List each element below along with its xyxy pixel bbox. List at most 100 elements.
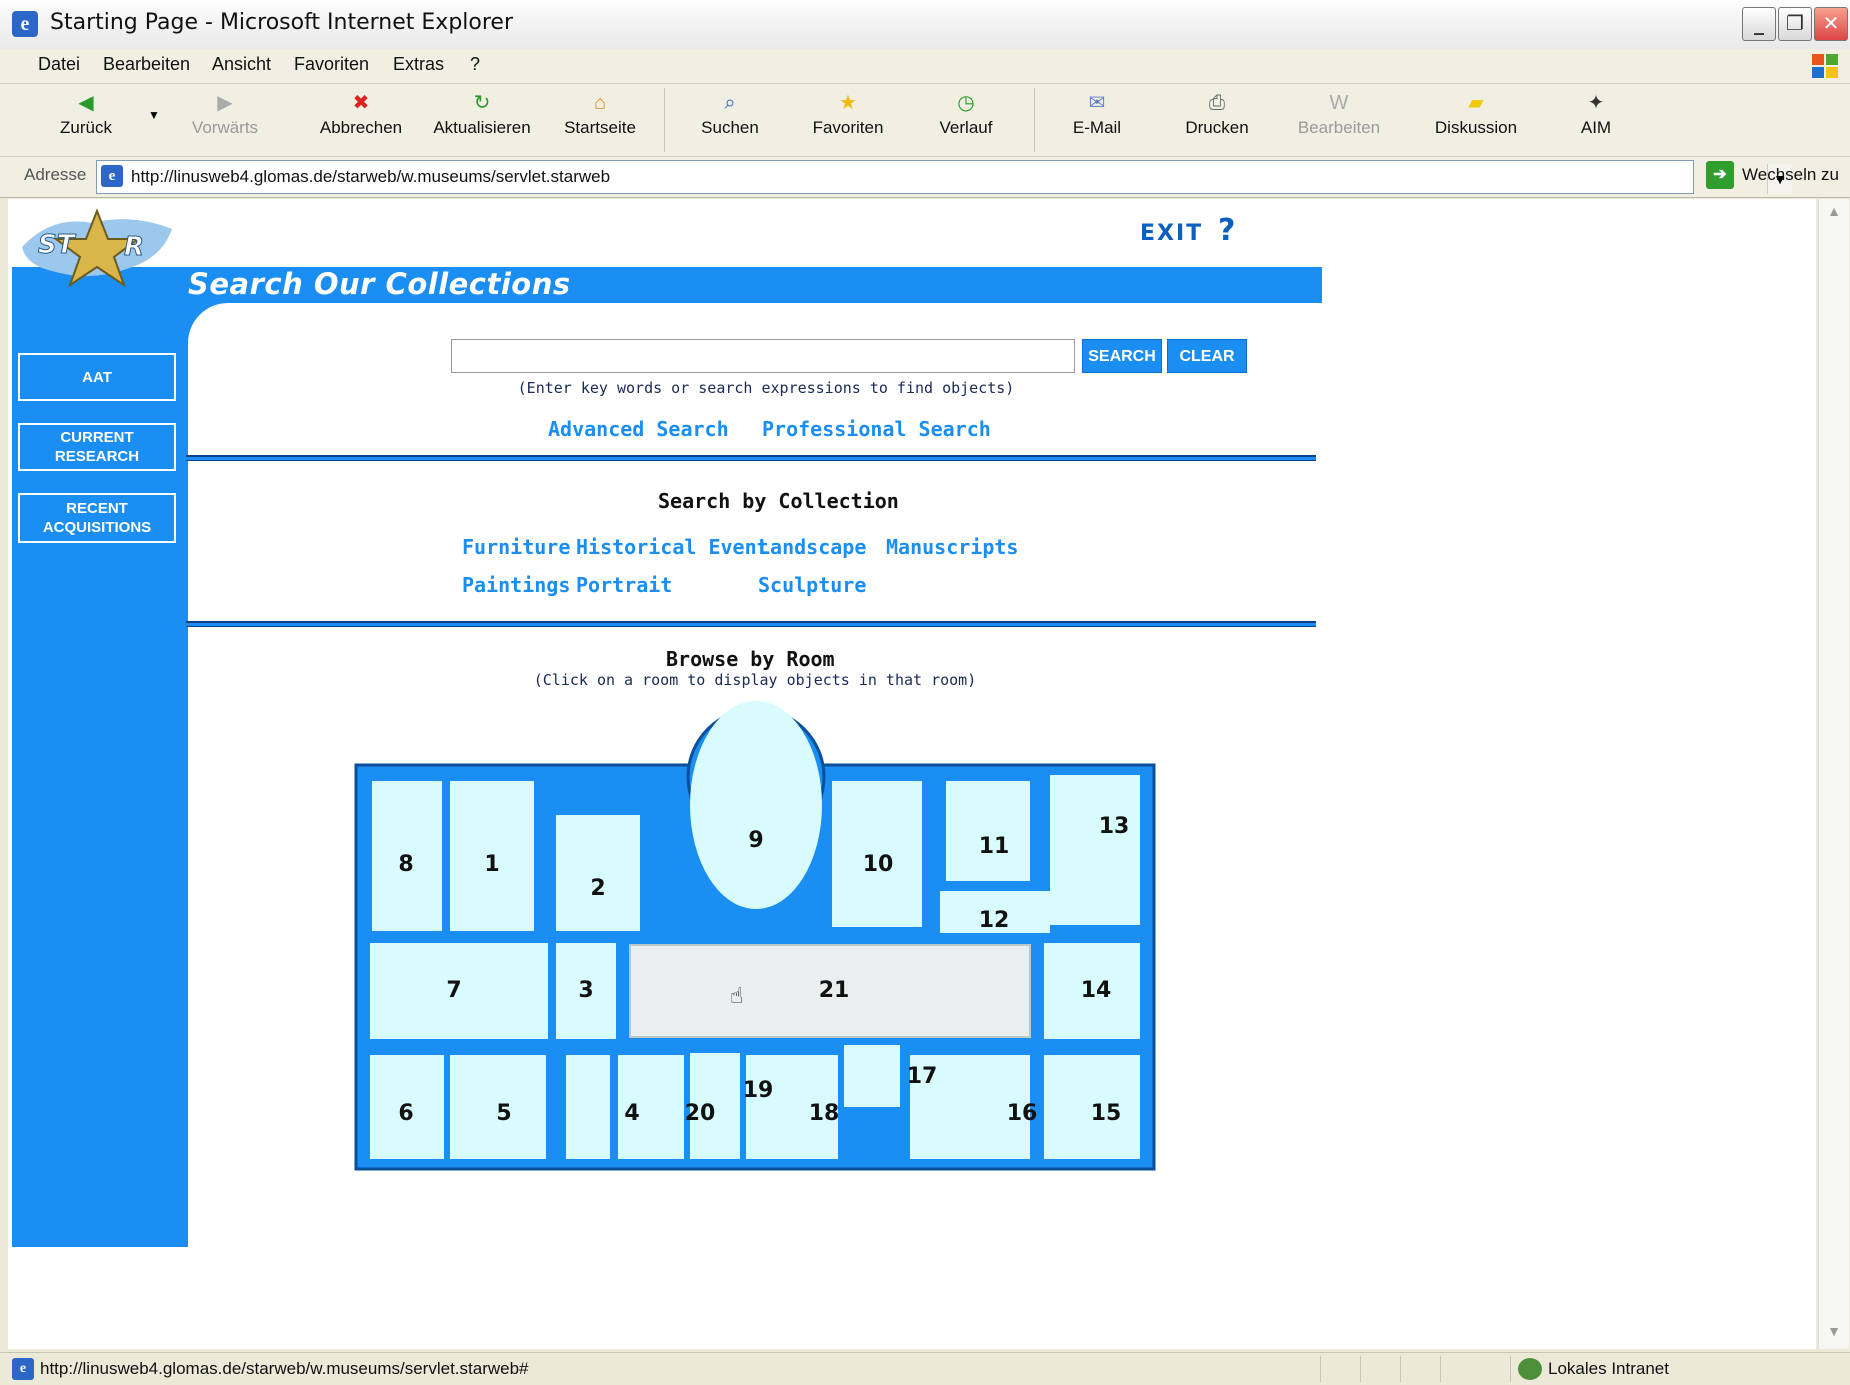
address-input[interactable]: e http://linusweb4.glomas.de/starweb/w.m… bbox=[96, 160, 1792, 194]
edit-label: Bearbeiten bbox=[1297, 118, 1381, 137]
star-icon: ★ bbox=[839, 92, 857, 114]
forward-label: Vorwärts bbox=[191, 118, 259, 137]
collection-paintings-link[interactable]: Paintings bbox=[462, 573, 570, 597]
room-9[interactable] bbox=[690, 701, 822, 909]
security-zone: Lokales Intranet bbox=[1548, 1359, 1669, 1378]
stop-label: Abbrechen bbox=[319, 118, 403, 137]
forward-button[interactable]: ▶ Vorwärts bbox=[188, 90, 262, 138]
room-label-19: 19 bbox=[743, 1078, 774, 1103]
search-button[interactable]: ⌕ Suchen bbox=[700, 90, 760, 138]
discuss-label: Diskussion bbox=[1434, 118, 1518, 137]
exit-link[interactable]: EXIT bbox=[1140, 221, 1203, 246]
search-icon: ⌕ bbox=[724, 92, 736, 114]
home-label: Startseite bbox=[564, 118, 636, 137]
scroll-down-icon[interactable]: ▼ bbox=[1823, 1323, 1845, 1345]
section-divider bbox=[186, 621, 1316, 627]
home-icon: ⌂ bbox=[593, 92, 607, 114]
close-button[interactable]: ✕ bbox=[1814, 7, 1848, 41]
menu-bearbeiten[interactable]: Bearbeiten bbox=[103, 54, 190, 75]
banner-curve bbox=[188, 303, 228, 343]
room-label-11: 11 bbox=[979, 834, 1010, 859]
menu-favoriten[interactable]: Favoriten bbox=[294, 54, 369, 75]
printer-icon: ⎙ bbox=[1209, 92, 1225, 114]
page-viewport: ST R EXIT ? Search Our Collections AAT C… bbox=[8, 199, 1816, 1349]
note-icon: ▰ bbox=[1468, 92, 1484, 114]
stop-button[interactable]: ✖ Abbrechen bbox=[318, 90, 404, 138]
status-divider bbox=[1360, 1356, 1361, 1382]
intranet-globe-icon bbox=[1518, 1358, 1542, 1380]
room-label-5: 5 bbox=[496, 1101, 511, 1126]
ie-icon[interactable]: e bbox=[12, 11, 38, 37]
clear-button[interactable]: CLEAR bbox=[1167, 339, 1247, 373]
discuss-button[interactable]: ▰ Diskussion bbox=[1434, 90, 1518, 138]
stop-icon: ✖ bbox=[352, 92, 370, 114]
sidebar bbox=[12, 267, 188, 1247]
go-button[interactable]: Wechseln zu bbox=[1742, 165, 1839, 185]
print-label: Drucken bbox=[1185, 118, 1249, 137]
section-divider bbox=[186, 455, 1316, 461]
address-bar: Adresse e http://linusweb4.glomas.de/sta… bbox=[0, 157, 1850, 198]
search-label: Suchen bbox=[701, 118, 759, 137]
menu-datei[interactable]: Datei bbox=[38, 54, 80, 75]
back-dropdown-icon[interactable]: ▼ bbox=[148, 108, 160, 122]
collection-sculpture-link[interactable]: Sculpture bbox=[758, 573, 866, 597]
svg-text:ST: ST bbox=[38, 230, 77, 260]
window-title: Starting Page - Microsoft Internet Explo… bbox=[50, 10, 513, 35]
room-4[interactable] bbox=[566, 1055, 610, 1159]
room-17[interactable] bbox=[844, 1045, 900, 1107]
search-submit-button[interactable]: SEARCH bbox=[1082, 339, 1162, 373]
print-button[interactable]: ⎙ Drucken bbox=[1184, 90, 1250, 138]
search-input[interactable] bbox=[451, 339, 1075, 373]
refresh-button[interactable]: ↻ Aktualisieren bbox=[430, 90, 534, 138]
back-button[interactable]: ◀ Zurück bbox=[56, 90, 116, 138]
room-2[interactable] bbox=[556, 815, 640, 931]
room-label-20: 20 bbox=[685, 1101, 716, 1126]
menu-bar: Datei Bearbeiten Ansicht Favoriten Extra… bbox=[0, 49, 1850, 84]
toolbar-separator bbox=[1034, 88, 1035, 152]
status-text: http://linusweb4.glomas.de/starweb/w.mus… bbox=[40, 1359, 529, 1378]
collection-portrait-link[interactable]: Portrait bbox=[576, 573, 672, 597]
page-title: Search Our Collections bbox=[188, 267, 571, 301]
browse-hint: (Click on a room to display objects in t… bbox=[533, 671, 977, 689]
word-icon: W bbox=[1329, 92, 1349, 114]
menu-help[interactable]: ? bbox=[470, 54, 480, 75]
browse-heading: Browse by Room bbox=[666, 647, 835, 671]
go-arrow-icon[interactable]: ➔ bbox=[1706, 161, 1734, 189]
room-13[interactable] bbox=[1050, 775, 1140, 925]
sidebar-recent-acquisitions-button[interactable]: RECENT ACQUISITIONS bbox=[18, 493, 176, 543]
home-button[interactable]: ⌂ Startseite bbox=[560, 90, 640, 138]
collection-historical-event-link[interactable]: Historical Event bbox=[576, 535, 769, 559]
history-button[interactable]: ◷ Verlauf bbox=[936, 90, 996, 138]
vertical-scrollbar[interactable]: ▲ ▼ bbox=[1818, 199, 1849, 1349]
maximize-button[interactable]: ❐ bbox=[1778, 7, 1812, 41]
minimize-button[interactable]: _ bbox=[1742, 7, 1776, 41]
title-bar: e Starting Page - Microsoft Internet Exp… bbox=[0, 0, 1850, 50]
room-label-21: 21 bbox=[819, 978, 850, 1003]
professional-search-link[interactable]: Professional Search bbox=[762, 417, 991, 441]
floor-plan-map[interactable]: 8 1 2 9 10 11 13 12 7 3 21 14 6 5 4 20 1… bbox=[344, 695, 1164, 1181]
toolbar-separator bbox=[664, 88, 665, 152]
room-11[interactable] bbox=[946, 781, 1030, 881]
help-icon[interactable]: ? bbox=[1218, 213, 1235, 248]
menu-extras[interactable]: Extras bbox=[393, 54, 444, 75]
collection-landscape-link[interactable]: Landscape bbox=[758, 535, 866, 559]
room-label-2: 2 bbox=[590, 876, 605, 901]
room-label-18: 18 bbox=[809, 1101, 840, 1126]
favorites-button[interactable]: ★ Favoriten bbox=[808, 90, 888, 138]
room-label-9: 9 bbox=[748, 828, 763, 853]
page-icon: e bbox=[101, 165, 123, 187]
address-url[interactable]: http://linusweb4.glomas.de/starweb/w.mus… bbox=[131, 167, 610, 187]
forward-arrow-icon: ▶ bbox=[217, 92, 233, 114]
collection-furniture-link[interactable]: Furniture bbox=[462, 535, 570, 559]
collection-manuscripts-link[interactable]: Manuscripts bbox=[886, 535, 1018, 559]
room-label-16: 16 bbox=[1007, 1101, 1038, 1126]
sidebar-current-research-button[interactable]: CURRENT RESEARCH bbox=[18, 423, 176, 471]
back-arrow-icon: ◀ bbox=[78, 92, 94, 114]
aim-button[interactable]: ✦ AIM bbox=[1576, 90, 1616, 138]
refresh-label: Aktualisieren bbox=[433, 118, 531, 137]
mail-button[interactable]: ✉ E-Mail bbox=[1072, 90, 1122, 138]
advanced-search-link[interactable]: Advanced Search bbox=[548, 417, 729, 441]
menu-ansicht[interactable]: Ansicht bbox=[212, 54, 271, 75]
scroll-up-icon[interactable]: ▲ bbox=[1823, 203, 1845, 225]
edit-button[interactable]: W Bearbeiten bbox=[1294, 90, 1384, 138]
